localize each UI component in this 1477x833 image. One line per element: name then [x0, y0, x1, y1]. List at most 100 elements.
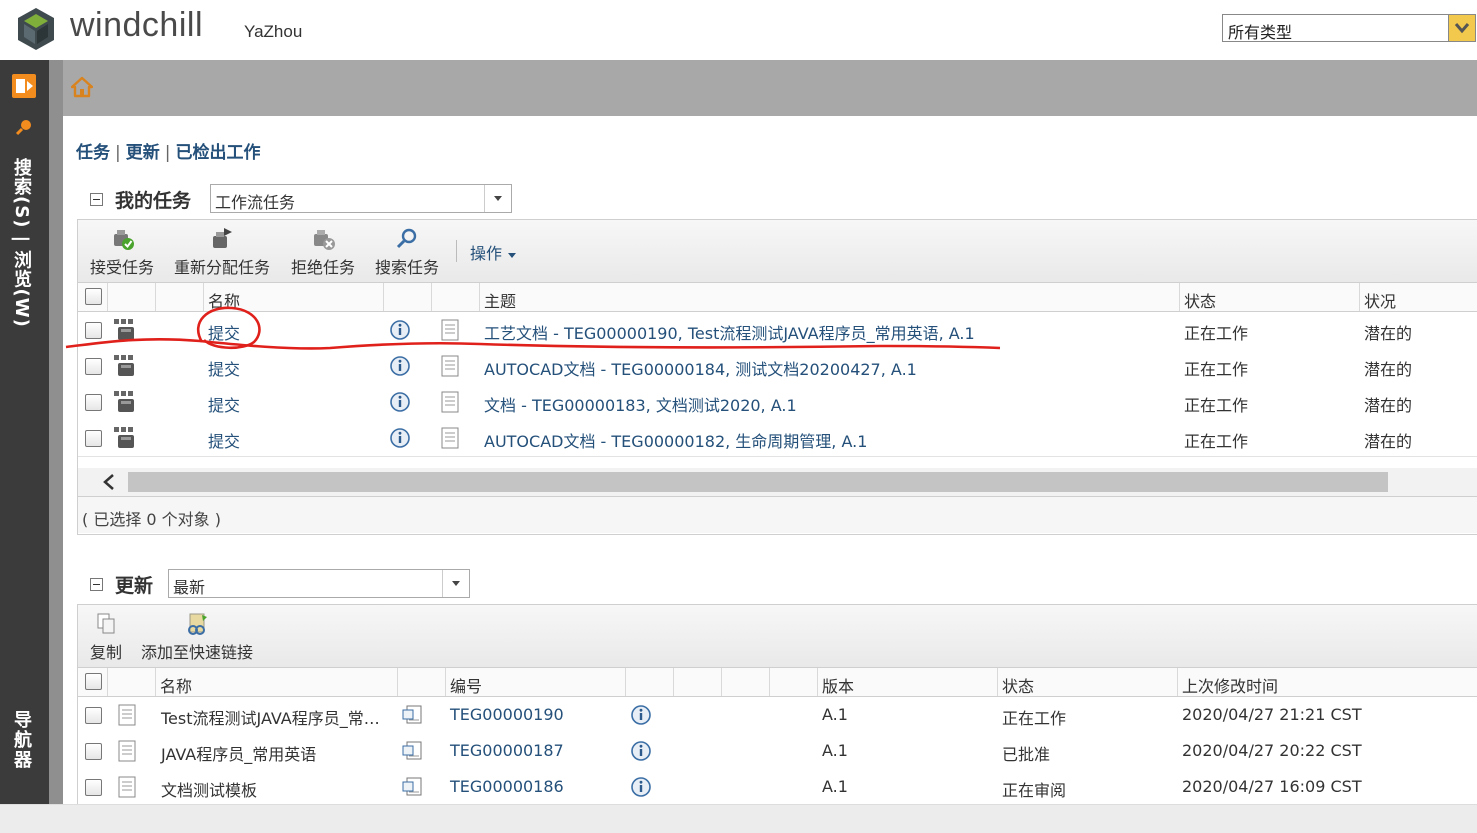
task-status: 潜在的: [1364, 360, 1413, 379]
column-blank-1: [674, 668, 722, 696]
info-icon[interactable]: [390, 320, 410, 340]
update-state: 已批准: [1002, 745, 1051, 764]
update-number-link[interactable]: TEG00000187: [450, 741, 564, 760]
task-subject-link[interactable]: AUTOCAD文档 - TEG00000182, 生命周期管理, A.1: [484, 428, 867, 452]
column-name[interactable]: 名称: [204, 283, 384, 311]
document-icon[interactable]: [441, 427, 459, 449]
search-task-button[interactable]: 搜索任务: [375, 226, 439, 278]
table-row[interactable]: 提交 AUTOCAD文档 - TEG00000182, 生命周期管理, A.1 正在…: [78, 420, 1477, 457]
document-type-icon[interactable]: [401, 775, 425, 799]
row-checkbox[interactable]: [85, 322, 102, 339]
collapse-icon[interactable]: [90, 578, 103, 591]
add-quick-link-label: 添加至快速链接: [141, 643, 254, 662]
rail-toggle-icon[interactable]: [12, 74, 36, 98]
column-status[interactable]: 状况: [1360, 283, 1477, 311]
horizontal-scrollbar[interactable]: [78, 468, 1477, 497]
rail-navigator-tab[interactable]: 导航器: [8, 710, 34, 770]
task-subject-link[interactable]: 文档 - TEG00000183, 文档测试2020, A.1: [484, 392, 797, 416]
task-name-link[interactable]: 提交: [208, 392, 240, 416]
table-row[interactable]: 提交 AUTOCAD文档 - TEG00000184, 测试文档20200427,…: [78, 348, 1477, 385]
chevron-left-icon[interactable]: [102, 472, 116, 492]
update-name[interactable]: 文档测试模板: [161, 777, 257, 801]
info-icon[interactable]: [390, 392, 410, 412]
column-number[interactable]: 编号: [446, 668, 626, 696]
accept-task-icon: [114, 230, 134, 250]
table-row[interactable]: JAVA程序员_常用英语 TEG00000187 A.1 已批准 2020/04/27 …: [78, 733, 1477, 770]
updates-header: 更新: [90, 571, 153, 598]
column-subject[interactable]: 主题: [480, 283, 1180, 311]
row-checkbox[interactable]: [85, 779, 102, 796]
left-rail: 搜索(S) | 浏览(W) 导航器: [0, 60, 49, 804]
info-icon[interactable]: [631, 777, 651, 797]
document-type-icon[interactable]: [401, 739, 425, 763]
chevron-down-icon[interactable]: [484, 185, 511, 212]
row-checkbox[interactable]: [85, 430, 102, 447]
chevron-down-icon[interactable]: [1448, 15, 1475, 41]
chevron-down-icon: [508, 253, 517, 258]
task-name-link[interactable]: 提交: [208, 320, 240, 344]
info-icon[interactable]: [390, 356, 410, 376]
reject-task-button[interactable]: 拒绝任务: [291, 226, 355, 278]
updates-panel: 复制 添加至快速链接 名称 编号 版本 状态 上次修改时间 Test流程测试JA…: [77, 604, 1477, 806]
column-state[interactable]: 状态: [1180, 283, 1360, 311]
nav-tasks-link[interactable]: 任务: [76, 143, 110, 163]
column-version[interactable]: 版本: [818, 668, 998, 696]
document-type-icon[interactable]: [401, 703, 425, 727]
updates-filter-select[interactable]: 最新: [168, 569, 470, 598]
task-subject-link[interactable]: AUTOCAD文档 - TEG00000184, 测试文档20200427, A…: [484, 356, 917, 380]
task-subject-link[interactable]: 工艺文档 - TEG00000190, Test流程测试JAVA程序员_常用英语…: [484, 320, 975, 344]
task-filter-select[interactable]: 工作流任务: [210, 184, 512, 213]
row-checkbox[interactable]: [85, 358, 102, 375]
task-state: 正在工作: [1184, 324, 1249, 343]
update-modified: 2020/04/27 20:22 CST: [1182, 741, 1362, 760]
nav-updates-link[interactable]: 更新: [126, 143, 160, 163]
select-all-checkbox[interactable]: [85, 673, 102, 690]
row-checkbox[interactable]: [85, 743, 102, 760]
column-type-icon: [398, 668, 446, 696]
task-name-link[interactable]: 提交: [208, 356, 240, 380]
scrollbar-thumb[interactable]: [128, 472, 1388, 492]
search-type-select[interactable]: 所有类型: [1222, 14, 1476, 42]
selection-status: ( 已选择 0 个对象 ): [78, 497, 1477, 533]
nav-checked-out-link[interactable]: 已检出工作: [175, 143, 260, 163]
copy-button[interactable]: 复制: [90, 611, 122, 663]
table-row[interactable]: Test流程测试JAVA程序员_常… TEG00000190 A.1 正在工作 2020…: [78, 697, 1477, 734]
column-blank-2: [722, 668, 770, 696]
collapse-icon[interactable]: [90, 193, 103, 206]
home-icon[interactable]: [71, 76, 93, 98]
update-number-link[interactable]: TEG00000190: [450, 705, 564, 724]
accept-task-button[interactable]: 接受任务: [90, 226, 154, 278]
add-quick-link-button[interactable]: 添加至快速链接: [141, 611, 253, 663]
column-state[interactable]: 状态: [998, 668, 1178, 696]
info-icon[interactable]: [631, 705, 651, 725]
chevron-down-icon[interactable]: [442, 570, 469, 597]
row-checkbox[interactable]: [85, 707, 102, 724]
table-row[interactable]: 文档测试模板 TEG00000186 A.1 正在审阅 2020/04/27 16:09…: [78, 769, 1477, 806]
task-status: 潜在的: [1364, 396, 1413, 415]
search-icon[interactable]: [15, 118, 33, 136]
workflow-task-icon: [114, 427, 134, 448]
document-icon: [118, 776, 136, 798]
document-icon[interactable]: [441, 319, 459, 341]
reassign-task-button[interactable]: 重新分配任务: [174, 226, 270, 278]
workflow-task-icon: [114, 355, 134, 376]
table-row[interactable]: 提交 文档 - TEG00000183, 文档测试2020, A.1 正在工作 潜在的: [78, 384, 1477, 421]
info-icon[interactable]: [631, 741, 651, 761]
row-checkbox[interactable]: [85, 394, 102, 411]
update-name[interactable]: Test流程测试JAVA程序员_常…: [161, 705, 380, 729]
rail-search-browse-tab[interactable]: 搜索(S) | 浏览(W): [8, 158, 34, 328]
update-state: 正在工作: [1002, 709, 1067, 728]
column-name[interactable]: 名称: [156, 668, 398, 696]
select-all-checkbox[interactable]: [85, 288, 102, 305]
task-status: 潜在的: [1364, 324, 1413, 343]
update-name[interactable]: JAVA程序员_常用英语: [161, 741, 316, 765]
column-modified[interactable]: 上次修改时间: [1178, 668, 1477, 696]
update-number-link[interactable]: TEG00000186: [450, 777, 564, 796]
actions-menu[interactable]: 操作: [470, 240, 517, 264]
info-icon[interactable]: [390, 428, 410, 448]
document-icon[interactable]: [441, 355, 459, 377]
copy-label: 复制: [90, 643, 123, 662]
task-name-link[interactable]: 提交: [208, 428, 240, 452]
table-row[interactable]: 提交 工艺文档 - TEG00000190, Test流程测试JAVA程序员_常用…: [78, 312, 1477, 349]
document-icon[interactable]: [441, 391, 459, 413]
